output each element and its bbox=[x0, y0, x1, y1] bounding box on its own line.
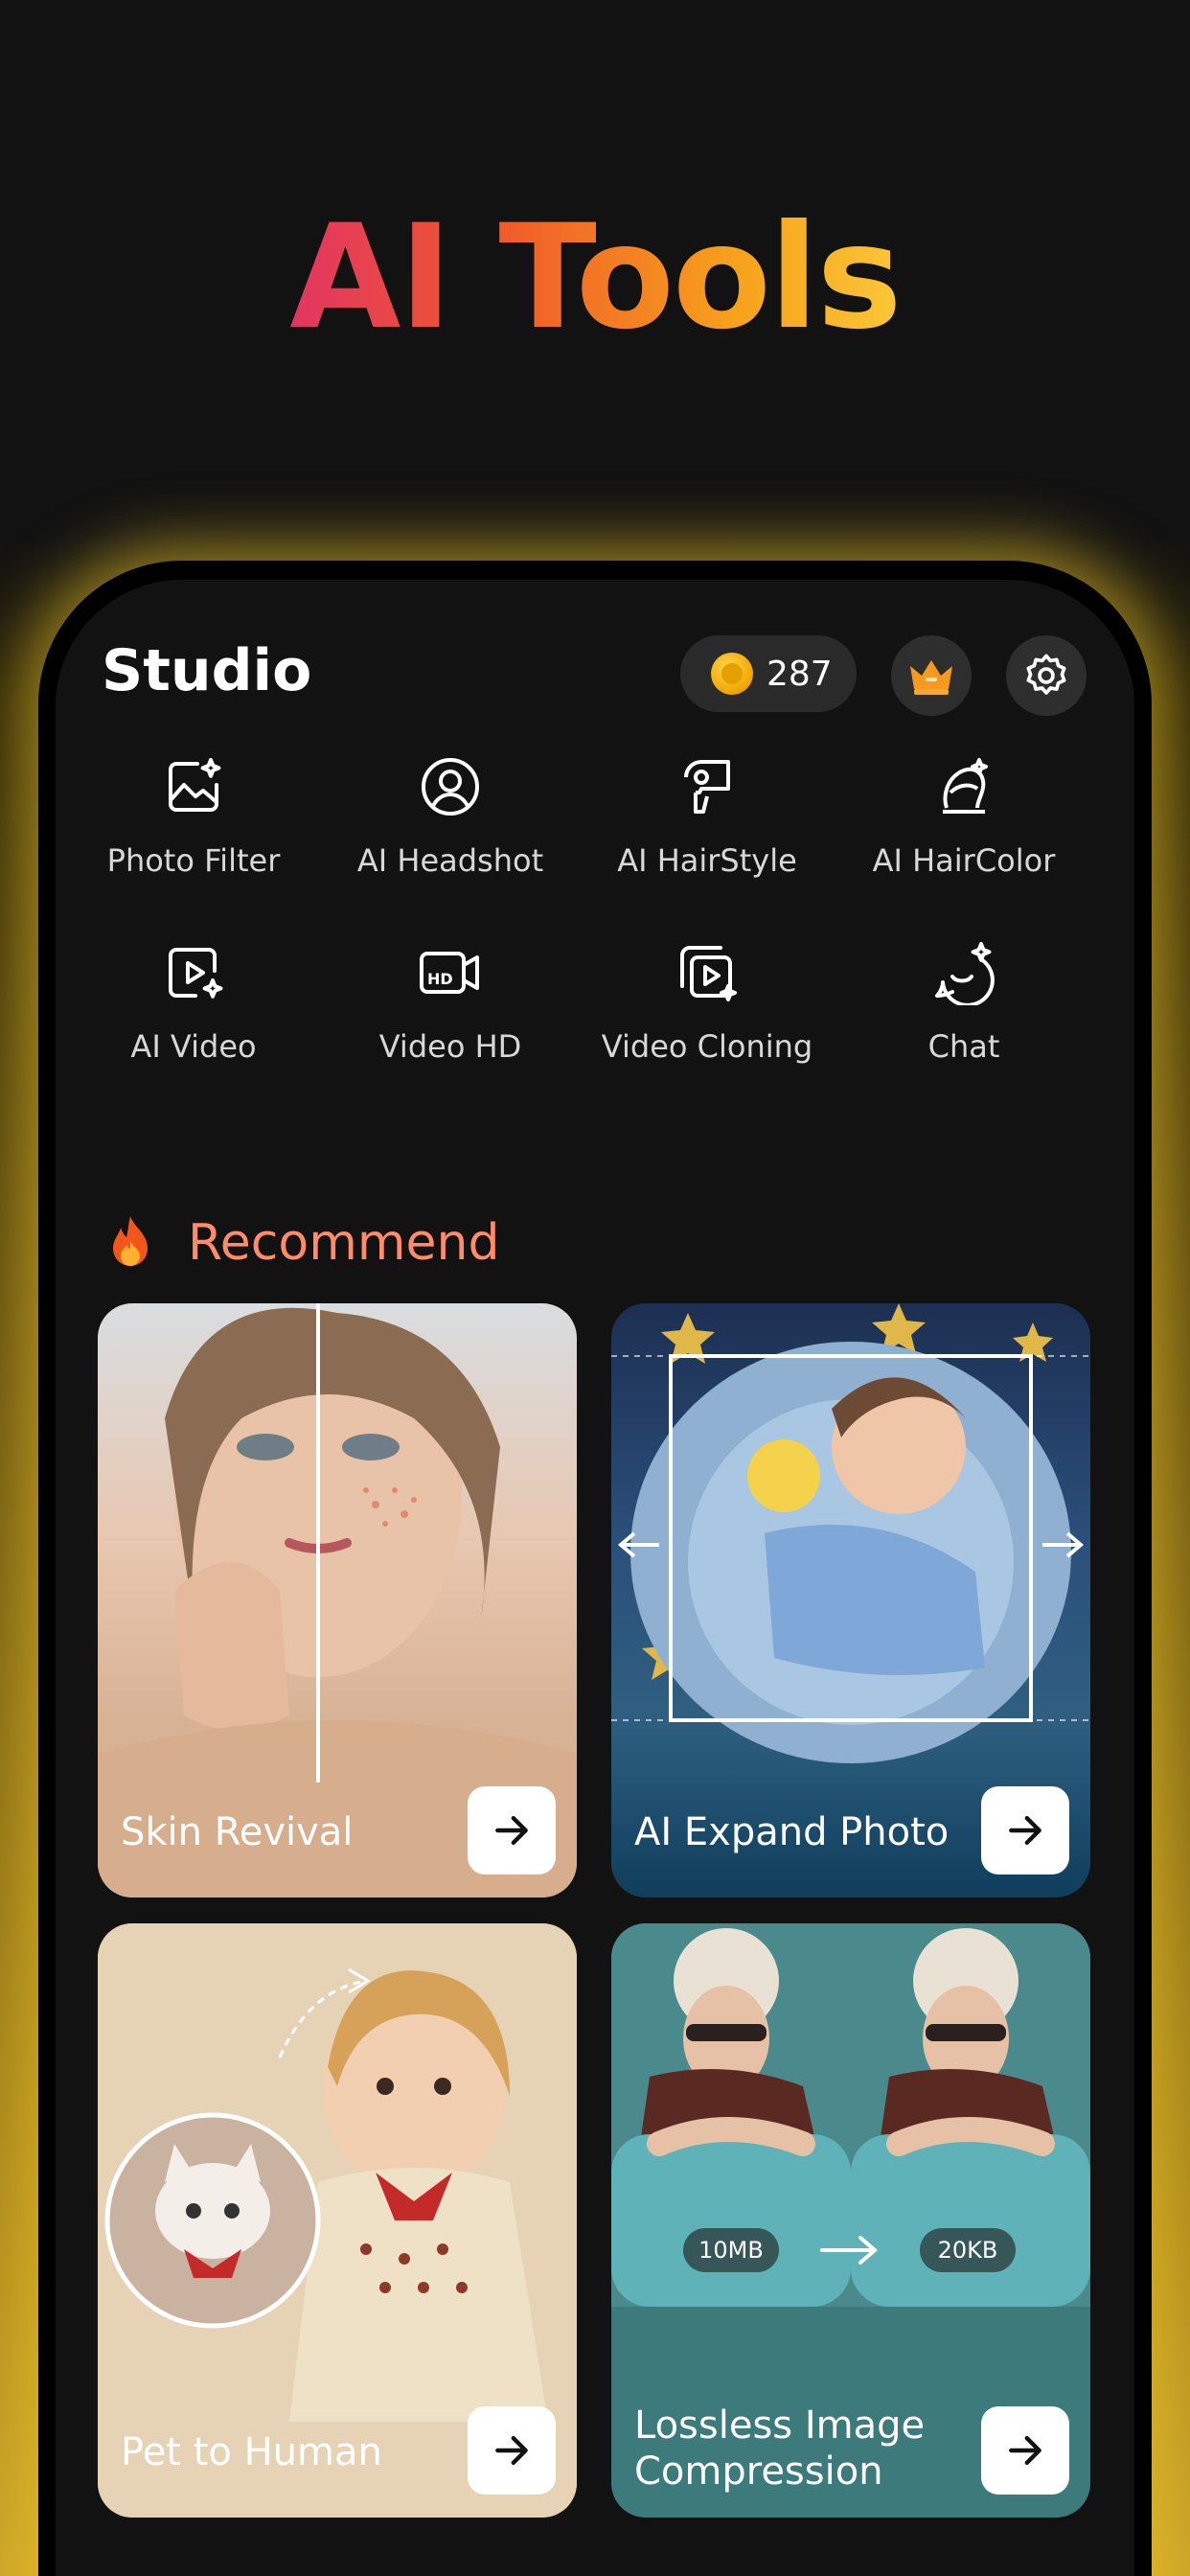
ai-video-icon bbox=[169, 948, 223, 999]
coin-balance[interactable]: 287 bbox=[680, 635, 857, 712]
recommend-header: Recommend bbox=[102, 1212, 499, 1274]
photo-filter-icon bbox=[169, 758, 221, 812]
video-cloning-icon bbox=[680, 946, 737, 1001]
arrow-right-icon bbox=[1009, 1815, 1041, 1846]
tool-label: AI Video bbox=[130, 1028, 257, 1065]
hair-color-icon bbox=[943, 758, 988, 814]
arrow-right-icon bbox=[495, 2435, 528, 2466]
open-button[interactable] bbox=[981, 1786, 1069, 1874]
open-button[interactable] bbox=[468, 2406, 556, 2495]
card-pet-to-human[interactable]: Pet to Human bbox=[98, 1923, 577, 2518]
coin-count: 287 bbox=[767, 654, 833, 694]
tool-ai-haircolor[interactable]: AI HairColor bbox=[835, 724, 1092, 906]
premium-button[interactable] bbox=[891, 635, 972, 716]
arrow-right-icon bbox=[495, 1815, 528, 1846]
tool-chat[interactable]: Chat bbox=[835, 909, 1092, 1092]
tool-ai-headshot[interactable]: AI Headshot bbox=[322, 724, 579, 906]
hero-title: AI Tools bbox=[0, 192, 1190, 364]
phone-screen: Studio 287 Photo Filter AI Headshot AI H… bbox=[56, 580, 1134, 2576]
size-after-badge: 20KB bbox=[937, 2237, 998, 2264]
fire-icon bbox=[113, 1216, 148, 1266]
tool-label: AI HairColor bbox=[872, 842, 1056, 879]
tool-label: Video HD bbox=[378, 1028, 522, 1065]
svg-text:HD: HD bbox=[427, 970, 453, 988]
chat-icon bbox=[935, 942, 995, 1005]
gear-icon bbox=[1026, 654, 1066, 695]
card-label: AI Expand Photo bbox=[634, 1810, 950, 1854]
tool-video-hd[interactable]: HD Video HD bbox=[322, 909, 579, 1092]
card-ai-expand-photo[interactable]: AI Expand Photo bbox=[611, 1303, 1090, 1898]
card-label: Skin Revival bbox=[121, 1810, 354, 1854]
tool-ai-hairstyle[interactable]: AI HairStyle bbox=[579, 724, 835, 906]
card-label: Pet to Human bbox=[121, 2430, 382, 2474]
tool-label: Video Cloning bbox=[601, 1028, 813, 1065]
tool-photo-filter[interactable]: Photo Filter bbox=[65, 724, 322, 906]
recommend-title: Recommend bbox=[188, 1214, 500, 1272]
arrow-right-icon bbox=[1009, 2435, 1041, 2466]
hair-dryer-icon bbox=[684, 760, 730, 814]
video-hd-icon: HD bbox=[420, 952, 479, 994]
coin-icon bbox=[711, 653, 753, 695]
card-label: Lossless Image Compression bbox=[634, 2404, 926, 2494]
card-lossless-compression[interactable]: 10MB 20KB Lossless Image Compression bbox=[611, 1923, 1090, 2518]
tool-ai-video[interactable]: AI Video bbox=[65, 909, 322, 1092]
open-button[interactable] bbox=[981, 2406, 1069, 2495]
page-title: Studio bbox=[102, 637, 312, 704]
card-skin-revival[interactable]: Skin Revival bbox=[98, 1303, 577, 1898]
size-before-badge: 10MB bbox=[698, 2237, 764, 2264]
headshot-icon bbox=[422, 758, 479, 816]
tool-label: AI Headshot bbox=[356, 842, 544, 879]
tool-label: AI HairStyle bbox=[617, 842, 797, 879]
crown-icon bbox=[910, 660, 952, 695]
tool-label: Chat bbox=[927, 1028, 1000, 1065]
tool-video-cloning[interactable]: Video Cloning bbox=[579, 909, 835, 1092]
settings-button[interactable] bbox=[1006, 635, 1087, 716]
tool-label: Photo Filter bbox=[106, 842, 281, 879]
open-button[interactable] bbox=[468, 1786, 556, 1874]
